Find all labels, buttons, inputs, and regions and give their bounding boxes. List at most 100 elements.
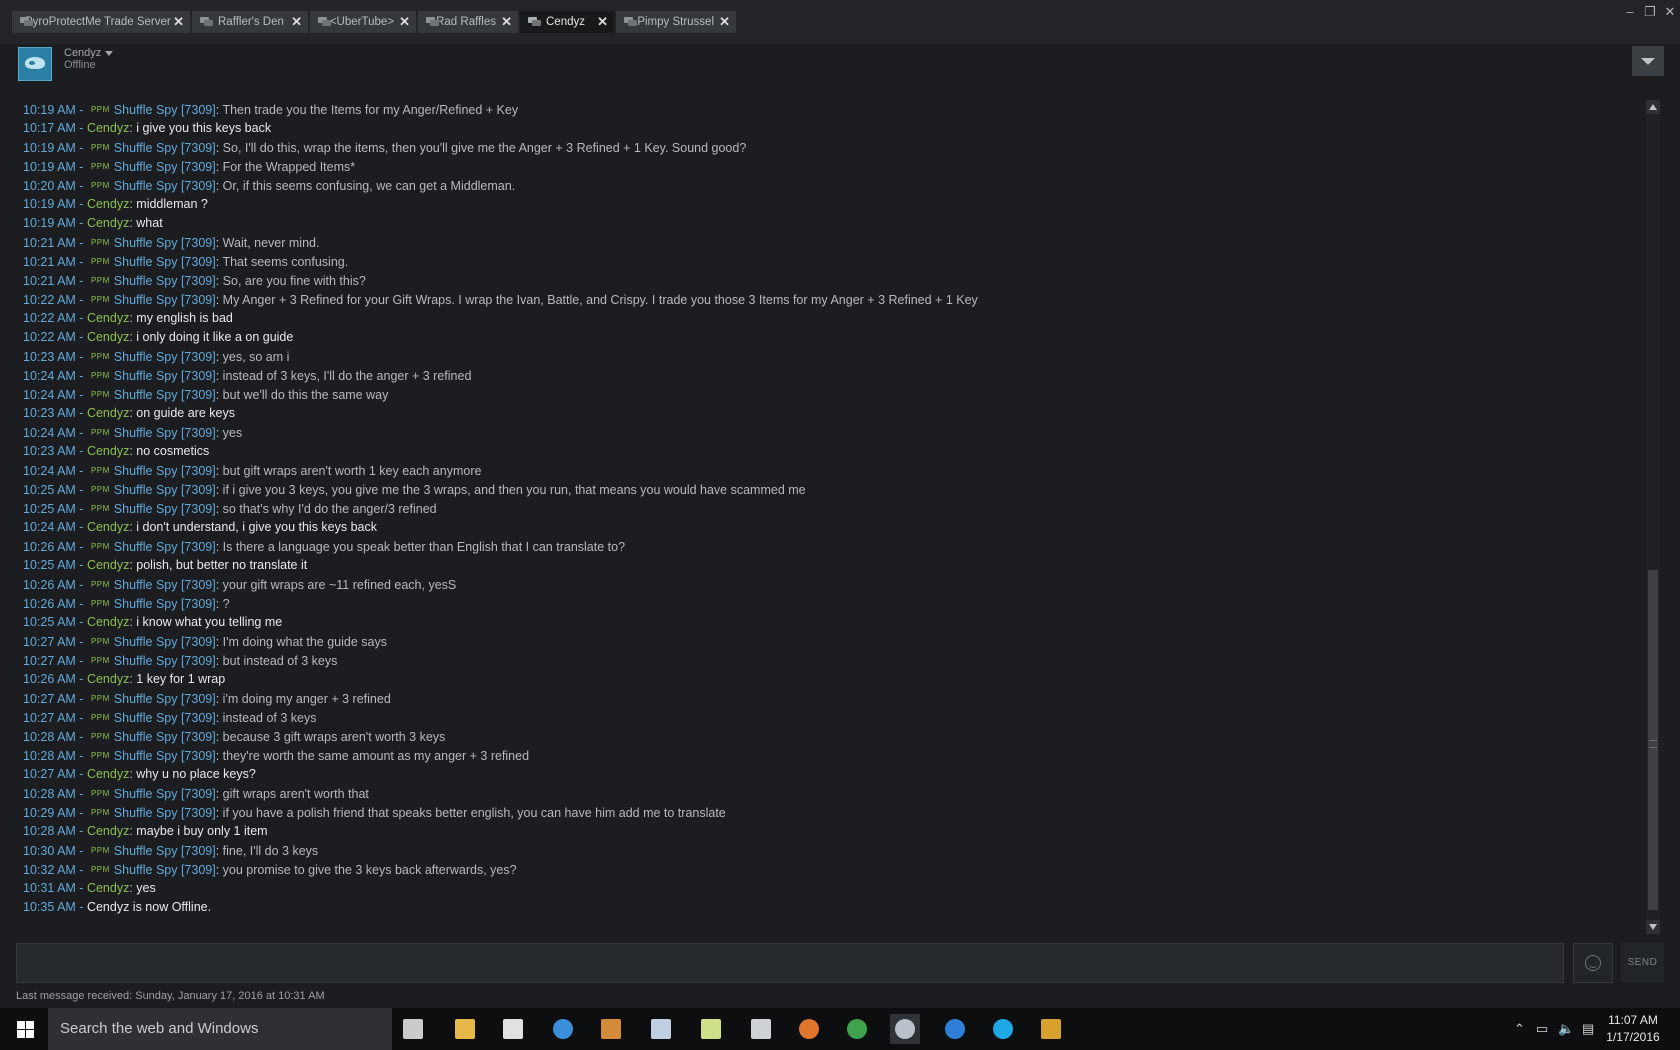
sender-name-link[interactable]: Shuffle Spy [7309] — [114, 844, 216, 858]
edge-taskbar-button[interactable] — [940, 1014, 970, 1044]
tab-1[interactable]: Raffler's Den ✕ — [192, 11, 308, 33]
show-hidden-icons-icon[interactable]: ⌃ — [1514, 1008, 1525, 1050]
sender-name-link[interactable]: Shuffle Spy [7309] — [114, 274, 216, 288]
chrome-taskbar-button[interactable] — [842, 1014, 872, 1044]
sender-name-link[interactable]: Shuffle Spy [7309] — [114, 502, 216, 516]
sender-name-link[interactable]: Shuffle Spy [7309] — [114, 730, 216, 744]
message-text: so that's why I'd do the anger/3 refined — [222, 502, 437, 516]
sender-name-link[interactable]: Cendyz — [87, 520, 129, 534]
minimize-button[interactable]: – — [1620, 4, 1640, 20]
sender-name-link[interactable]: Shuffle Spy [7309] — [114, 179, 216, 193]
sender-name-link[interactable]: Cendyz — [87, 121, 129, 135]
sender-name-link[interactable]: Cendyz — [87, 444, 129, 458]
network-icon[interactable]: ▭ — [1536, 1008, 1548, 1050]
message-separator: - — [75, 160, 87, 174]
sender-name-link[interactable]: Cendyz — [87, 406, 129, 420]
csgo-taskbar-button[interactable] — [1036, 1014, 1066, 1044]
chevron-down-icon[interactable] — [105, 50, 114, 56]
file-manager-taskbar-button[interactable] — [696, 1014, 726, 1044]
sender-name-link[interactable]: Cendyz — [87, 767, 129, 781]
steam-taskbar-button[interactable] — [890, 1014, 920, 1044]
file-explorer-taskbar-button[interactable] — [450, 1014, 480, 1044]
scroll-up-icon[interactable] — [1646, 100, 1660, 114]
message-timestamp: 10:26 AM — [23, 597, 76, 611]
close-tab-icon[interactable]: ✕ — [291, 11, 302, 33]
message-text: i know what you telling me — [136, 615, 283, 629]
sender-name-link[interactable]: Shuffle Spy [7309] — [114, 578, 216, 592]
start-button[interactable] — [0, 1008, 48, 1050]
sender-name-link[interactable]: Shuffle Spy [7309] — [114, 597, 216, 611]
sender-name-link[interactable]: Shuffle Spy [7309] — [114, 350, 216, 364]
sender-name-link[interactable]: Shuffle Spy [7309] — [114, 369, 216, 383]
sender-name-link[interactable]: Cendyz — [87, 824, 129, 838]
chat-message: 10:22 AM - PPM Shuffle Spy [7309]: My Ang… — [23, 290, 978, 309]
tab-2[interactable]: <UberTube> ✕ — [310, 11, 416, 33]
close-tab-icon[interactable]: ✕ — [399, 11, 410, 33]
chat-scrollbar[interactable] — [1646, 100, 1660, 934]
close-tab-icon[interactable]: ✕ — [173, 11, 184, 33]
restore-button[interactable]: ❐ — [1640, 4, 1660, 20]
sender-name-link[interactable]: Cendyz — [87, 311, 129, 325]
sender-name-link[interactable]: Shuffle Spy [7309] — [114, 787, 216, 801]
sender-name-link[interactable]: Shuffle Spy [7309] — [114, 236, 216, 250]
sender-name-link[interactable]: Shuffle Spy [7309] — [114, 388, 216, 402]
scroll-down-icon[interactable] — [1646, 920, 1660, 934]
sender-name-link[interactable]: Shuffle Spy [7309] — [114, 692, 216, 706]
sender-name-link[interactable]: Shuffle Spy [7309] — [114, 654, 216, 668]
sender-name-link[interactable]: Cendyz — [87, 672, 129, 686]
store-taskbar-button[interactable] — [498, 1014, 528, 1044]
taskbar-clock[interactable]: 11:07 AM 1/17/2016 — [1598, 1012, 1668, 1046]
sender-name-link[interactable]: Cendyz — [87, 197, 129, 211]
windows-logo-icon — [17, 1021, 25, 1029]
sender-name-link[interactable]: Shuffle Spy [7309] — [114, 540, 216, 554]
sender-name-link[interactable]: Cendyz — [87, 615, 129, 629]
paint-taskbar-button[interactable] — [646, 1014, 676, 1044]
calculator-taskbar-button[interactable] — [746, 1014, 776, 1044]
sender-name-link[interactable]: Shuffle Spy [7309] — [114, 483, 216, 497]
message-text: Wait, never mind. — [222, 236, 320, 250]
avatar[interactable] — [18, 47, 52, 81]
tab-4[interactable]: Cendyz ✕ — [520, 11, 614, 33]
message-timestamp: 10:28 AM — [23, 730, 76, 744]
volume-icon[interactable]: 🔈 — [1558, 1008, 1574, 1050]
steam-icon — [895, 1019, 915, 1039]
emoticon-button[interactable] — [1573, 943, 1613, 983]
message-separator: - — [75, 369, 87, 383]
sender-name-link[interactable]: Cendyz — [87, 330, 129, 344]
skype-taskbar-button[interactable] — [988, 1014, 1018, 1044]
close-tab-icon[interactable]: ✕ — [719, 11, 730, 33]
tab-3[interactable]: Rad Raffles ✕ — [418, 11, 518, 33]
sender-name-link[interactable]: Shuffle Spy [7309] — [114, 293, 216, 307]
close-tab-icon[interactable]: ✕ — [501, 11, 512, 33]
profile-name[interactable]: Cendyz — [64, 47, 114, 59]
media-player-taskbar-button[interactable] — [596, 1014, 626, 1044]
chat-options-dropdown[interactable] — [1632, 46, 1664, 76]
sender-name-link[interactable]: Shuffle Spy [7309] — [114, 635, 216, 649]
sender-name-link[interactable]: Shuffle Spy [7309] — [114, 141, 216, 155]
internet-explorer-taskbar-button[interactable] — [548, 1014, 578, 1044]
action-center-icon[interactable]: ▤ — [1582, 1008, 1594, 1050]
message-input[interactable] — [16, 943, 1564, 983]
sender-name-link[interactable]: Shuffle Spy [7309] — [114, 160, 216, 174]
chat-message: 10:28 AM - PPM Shuffle Spy [7309]: becaus… — [23, 727, 445, 746]
message-text: I'm doing what the guide says — [222, 635, 387, 649]
sender-name-link[interactable]: Shuffle Spy [7309] — [114, 426, 216, 440]
sender-name-link[interactable]: Shuffle Spy [7309] — [114, 711, 216, 725]
sender-name-link[interactable]: Cendyz — [87, 216, 129, 230]
firefox-taskbar-button[interactable] — [794, 1014, 824, 1044]
sender-name-link[interactable]: Shuffle Spy [7309] — [114, 863, 216, 877]
send-button[interactable]: SEND — [1621, 943, 1664, 983]
sender-name-link[interactable]: Shuffle Spy [7309] — [114, 749, 216, 763]
tab-5[interactable]: Pimpy Strussel ✕ — [616, 11, 736, 33]
sender-name-link[interactable]: Shuffle Spy [7309] — [114, 464, 216, 478]
sender-name-link[interactable]: Shuffle Spy [7309] — [114, 255, 216, 269]
sender-name-link[interactable]: Shuffle Spy [7309] — [114, 806, 216, 820]
sender-name-link[interactable]: Cendyz — [87, 558, 129, 572]
taskbar-search[interactable]: Search the web and Windows — [48, 1008, 392, 1050]
tab-0[interactable]: PyroProtectMe Trade Server ✕ — [12, 11, 190, 33]
sender-name-link[interactable]: Shuffle Spy [7309] — [114, 103, 216, 117]
task-view-taskbar-button[interactable] — [398, 1014, 428, 1044]
close-window-button[interactable]: ✕ — [1660, 4, 1680, 20]
sender-name-link[interactable]: Cendyz — [87, 881, 129, 895]
close-tab-icon[interactable]: ✕ — [597, 11, 608, 33]
